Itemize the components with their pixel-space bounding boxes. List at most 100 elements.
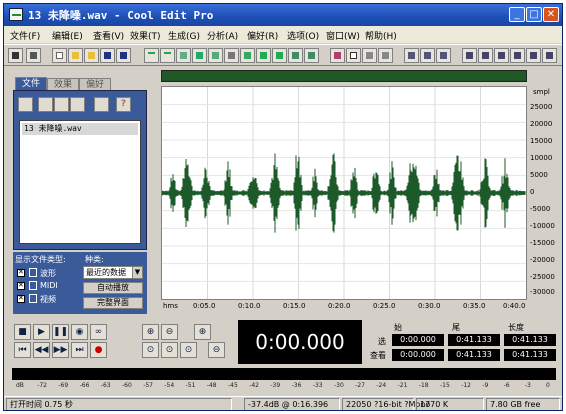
go-to-start-icon[interactable]: ⏮ bbox=[14, 342, 31, 358]
menu-effects[interactable]: 效果(T) bbox=[130, 29, 161, 42]
sort-label: 种类: bbox=[85, 255, 104, 264]
zoom-in-horizontal-icon[interactable]: ⊕ bbox=[142, 324, 159, 340]
copy-icon[interactable] bbox=[208, 48, 223, 63]
zoom-in-vertical-icon[interactable]: ⊕ bbox=[194, 324, 211, 340]
play-icon[interactable]: ▶ bbox=[33, 324, 50, 340]
level-meter-bar bbox=[12, 368, 556, 380]
pause-icon[interactable]: ❚❚ bbox=[52, 324, 69, 340]
waveform-canvas[interactable] bbox=[161, 87, 526, 299]
play-to-end-icon[interactable]: ◉ bbox=[71, 324, 88, 340]
info-icon[interactable] bbox=[378, 48, 393, 63]
midi-type-icon bbox=[29, 281, 37, 290]
new-file-icon[interactable] bbox=[52, 48, 67, 63]
zoom-right-edge-icon[interactable]: ⊙ bbox=[180, 342, 197, 358]
checkbox-wave[interactable] bbox=[17, 268, 25, 277]
checkbox-video[interactable] bbox=[17, 294, 25, 303]
sort-dropdown[interactable]: 最近的数据 ▼ bbox=[83, 266, 143, 279]
zoom-left-icon[interactable] bbox=[494, 48, 509, 63]
auto-play-button[interactable]: 自动播放 bbox=[83, 282, 143, 294]
stop-icon[interactable]: ■ bbox=[14, 324, 31, 340]
status-free-space: 7.80 GB free bbox=[486, 398, 560, 410]
rewind-icon[interactable]: ◀◀ bbox=[33, 342, 50, 358]
fast-forward-icon[interactable]: ▶▶ bbox=[52, 342, 69, 358]
waveform-display[interactable] bbox=[161, 86, 527, 300]
waveform-mode-icon[interactable] bbox=[8, 48, 23, 63]
menu-analyze[interactable]: 分析(A) bbox=[207, 29, 238, 42]
menu-generate[interactable]: 生成(G) bbox=[168, 29, 200, 42]
edit-file-icon[interactable] bbox=[94, 97, 109, 112]
layout-3-icon[interactable] bbox=[436, 48, 451, 63]
loop-icon[interactable]: ∞ bbox=[90, 324, 107, 340]
view-length-field[interactable]: 0:41.133 bbox=[504, 349, 556, 361]
redo-icon[interactable] bbox=[160, 48, 175, 63]
save-icon[interactable] bbox=[100, 48, 115, 63]
view-end-field[interactable]: 0:41.133 bbox=[448, 349, 500, 361]
record-icon[interactable]: ● bbox=[90, 342, 107, 358]
zoom-right-icon[interactable] bbox=[510, 48, 525, 63]
multitrack-mode-icon[interactable] bbox=[26, 48, 41, 63]
select-length-field[interactable]: 0:41.133 bbox=[504, 334, 556, 346]
silence-icon[interactable] bbox=[304, 48, 319, 63]
checkbox-midi[interactable] bbox=[17, 281, 25, 290]
level-tick: dB bbox=[16, 382, 24, 389]
full-name-button[interactable]: 完整界面 bbox=[83, 297, 143, 309]
spectral-view-icon[interactable] bbox=[330, 48, 345, 63]
overview-bar[interactable] bbox=[161, 70, 527, 82]
menu-file[interactable]: 文件(F) bbox=[10, 29, 40, 42]
open-file-icon[interactable] bbox=[68, 48, 83, 63]
zoom-out-vertical-icon[interactable]: ⊖ bbox=[208, 342, 225, 358]
open-append-icon[interactable] bbox=[84, 48, 99, 63]
amplitude-ruler: smpl 25000 20000 15000 10000 5000 0 -500… bbox=[527, 86, 557, 300]
menu-window[interactable]: 窗口(W) bbox=[326, 29, 360, 42]
settings-icon[interactable] bbox=[362, 48, 377, 63]
level-tick: -9 bbox=[482, 382, 489, 389]
y-tick: 25000 bbox=[530, 103, 553, 111]
y-tick: -10000 bbox=[530, 222, 555, 230]
open-folder-icon[interactable] bbox=[18, 97, 33, 112]
menu-help[interactable]: 帮助(H) bbox=[365, 29, 397, 42]
paste-icon[interactable] bbox=[240, 48, 255, 63]
mix-paste-icon[interactable] bbox=[272, 48, 287, 63]
cut-icon[interactable] bbox=[224, 48, 239, 63]
close-all-icon[interactable] bbox=[54, 97, 69, 112]
level-tick: -27 bbox=[355, 382, 365, 389]
menu-preferences[interactable]: 偏好(R) bbox=[247, 29, 278, 42]
toggle-meter-icon[interactable] bbox=[542, 48, 557, 63]
menu-edit[interactable]: 编辑(E) bbox=[52, 29, 83, 42]
select-begin-field[interactable]: 0:00.000 bbox=[392, 334, 444, 346]
level-tick: -51 bbox=[185, 382, 196, 389]
waveform-view-icon[interactable] bbox=[346, 48, 361, 63]
copy-new-icon[interactable] bbox=[192, 48, 207, 63]
menu-options[interactable]: 选项(O) bbox=[287, 29, 319, 42]
help-icon[interactable]: ? bbox=[116, 97, 131, 112]
save-all-icon[interactable] bbox=[116, 48, 131, 63]
insert-file-icon[interactable] bbox=[70, 97, 85, 112]
menu-view[interactable]: 查看(V) bbox=[93, 29, 124, 42]
y-tick: 15000 bbox=[530, 137, 553, 145]
paste-new-icon[interactable] bbox=[256, 48, 271, 63]
maximize-button[interactable]: □ bbox=[526, 7, 542, 22]
toggle-panel-icon[interactable] bbox=[526, 48, 541, 63]
zoom-out-full-icon[interactable] bbox=[462, 48, 477, 63]
close-button[interactable]: ✕ bbox=[543, 7, 559, 22]
file-list[interactable]: 13 未降噪.wav bbox=[19, 120, 141, 244]
list-item-file[interactable]: 13 未降噪.wav bbox=[22, 123, 138, 135]
level-tick: -3 bbox=[524, 382, 531, 389]
trim-icon[interactable] bbox=[288, 48, 303, 63]
close-file-icon[interactable] bbox=[38, 97, 53, 112]
repeat-icon[interactable] bbox=[176, 48, 191, 63]
zoom-full-icon[interactable]: ⊙ bbox=[142, 342, 159, 358]
select-end-field[interactable]: 0:41.133 bbox=[448, 334, 500, 346]
level-tick: -45 bbox=[228, 382, 238, 389]
tab-files[interactable]: 文件 bbox=[15, 77, 48, 91]
undo-icon[interactable] bbox=[144, 48, 159, 63]
zoom-selection-icon[interactable] bbox=[478, 48, 493, 63]
zoom-out-horizontal-icon[interactable]: ⊖ bbox=[161, 324, 178, 340]
zoom-left-edge-icon[interactable]: ⊙ bbox=[161, 342, 178, 358]
layout-2-icon[interactable] bbox=[420, 48, 435, 63]
minimize-button[interactable]: _ bbox=[509, 7, 525, 22]
layout-1-icon[interactable] bbox=[404, 48, 419, 63]
view-begin-field[interactable]: 0:00.000 bbox=[392, 349, 444, 361]
go-to-end-icon[interactable]: ⏭ bbox=[71, 342, 88, 358]
level-tick: -57 bbox=[143, 382, 153, 389]
